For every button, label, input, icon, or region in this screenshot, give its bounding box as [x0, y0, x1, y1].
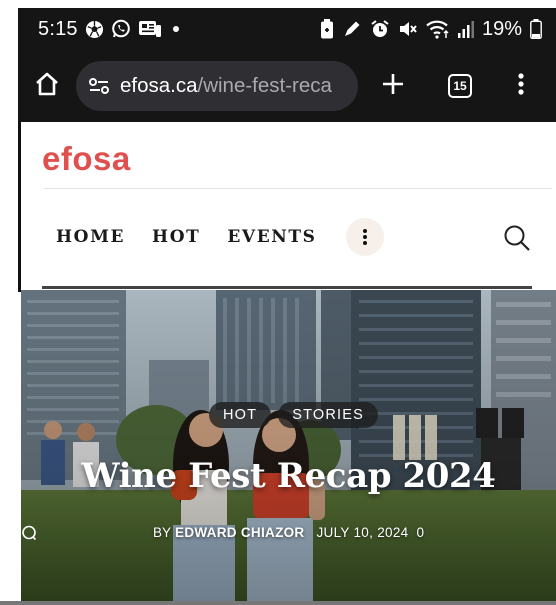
dot-icon	[169, 22, 183, 36]
more-vert-icon	[362, 229, 367, 245]
home-icon	[33, 70, 61, 103]
status-time: 5:15	[38, 17, 78, 40]
news-icon	[138, 20, 162, 38]
site-logo[interactable]: efosa	[42, 140, 131, 178]
category-tag[interactable]: HOT	[209, 402, 272, 428]
tab-switcher-button[interactable]: 15	[428, 50, 492, 122]
featured-post[interactable]: HOT STORIES Wine Fest Recap 2024 BY EDWA…	[21, 290, 556, 605]
more-vert-icon	[517, 72, 525, 101]
nav-item-hot[interactable]: HOT	[152, 227, 200, 247]
post-meta: BY EDWARD CHIAZOR JULY 10, 2024 0	[21, 525, 556, 541]
site-info-icon[interactable]	[88, 76, 110, 96]
header-divider	[44, 188, 552, 189]
web-page: efosa HOME HOT EVENTS HOT STORIES Wine F…	[18, 122, 556, 605]
battery-percent: 19%	[481, 17, 522, 40]
plus-icon	[381, 72, 405, 101]
main-nav: HOME HOT EVENTS	[56, 218, 384, 256]
comment-count: 0	[416, 525, 424, 540]
browser-menu-button[interactable]	[492, 50, 550, 122]
status-bar: 5:15 19%	[18, 8, 556, 50]
post-date: JULY 10, 2024	[316, 525, 409, 540]
mute-icon	[398, 19, 418, 39]
alarm-icon	[370, 19, 390, 39]
post-author[interactable]: EDWARD CHIAZOR	[175, 525, 304, 540]
browser-toolbar: efosa.ca/wine-fest-reca 15	[18, 50, 556, 122]
post-title[interactable]: Wine Fest Recap 2024	[21, 456, 556, 496]
search-button[interactable]	[502, 223, 532, 253]
page-edge	[18, 122, 21, 292]
whatsapp-icon	[111, 19, 131, 39]
phone-screen: 5:15 19% efosa.ca/wine-fest-reca 15 efos…	[18, 8, 556, 605]
battery-saver-icon	[320, 19, 334, 39]
new-tab-button[interactable]	[358, 50, 428, 122]
search-icon	[504, 225, 530, 251]
nav-item-events[interactable]: EVENTS	[227, 227, 316, 247]
battery-icon	[530, 19, 542, 39]
home-button[interactable]	[18, 50, 76, 122]
tabs-icon: 15	[448, 74, 472, 98]
soccer-icon	[85, 20, 104, 39]
nav-more-button[interactable]	[345, 218, 384, 256]
address-bar[interactable]: efosa.ca/wine-fest-reca	[76, 61, 358, 111]
signal-icon	[457, 20, 474, 38]
wifi-icon	[426, 19, 450, 39]
screenshot-bottom-border	[0, 601, 556, 605]
comments-link[interactable]: 0	[22, 525, 424, 541]
nav-item-home[interactable]: HOME	[56, 227, 125, 247]
screenshot-margin	[0, 0, 18, 605]
post-categories: HOT STORIES	[209, 402, 379, 428]
category-tag[interactable]: STORIES	[278, 402, 379, 428]
byline-prefix: BY	[153, 525, 172, 540]
hero-image	[21, 290, 556, 605]
pen-icon	[342, 19, 362, 39]
comment-icon	[22, 525, 37, 541]
url-path: /wine-fest-reca	[197, 74, 332, 97]
header-bottom-border	[42, 286, 532, 289]
url-host: efosa.ca	[120, 74, 198, 97]
